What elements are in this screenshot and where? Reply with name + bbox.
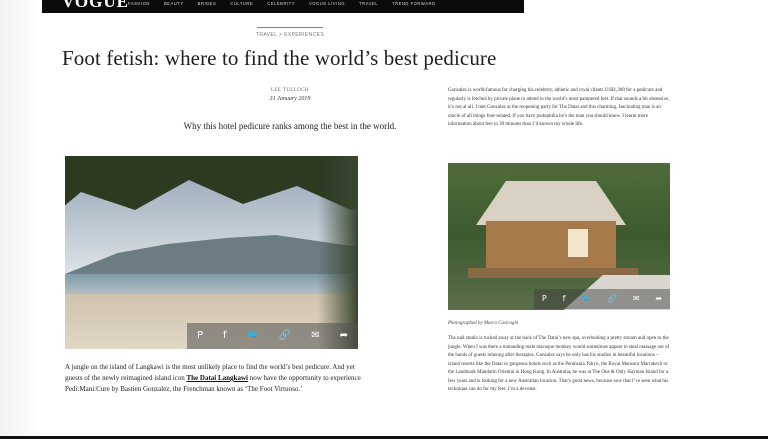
nav-item-travel[interactable]: Travel	[359, 1, 378, 6]
pinterest-icon[interactable]: P	[542, 295, 547, 303]
share-icon[interactable]: ➦	[655, 295, 662, 303]
facebook-icon[interactable]: f	[563, 295, 566, 303]
photo-credit: Photographed by Marco Casiraghi	[448, 321, 519, 326]
image-hut-window	[568, 229, 588, 257]
email-icon[interactable]: ✉	[311, 331, 319, 341]
share-icon[interactable]: ➦	[340, 331, 348, 341]
link-icon[interactable]: 🔗	[279, 331, 291, 341]
nav-item-brides[interactable]: Brides	[198, 1, 217, 6]
link-icon[interactable]: 🔗	[607, 295, 617, 303]
image-tree-trunk	[318, 156, 358, 349]
image-hut-body	[486, 221, 616, 271]
twitter-icon[interactable]: 🐦	[581, 295, 591, 303]
article-standfirst: Why this hotel pedicure ranks among the …	[183, 121, 397, 131]
pinterest-icon[interactable]: P	[197, 331, 203, 341]
nav-item-culture[interactable]: Culture	[230, 1, 253, 6]
article-date: 31 January 2019	[269, 96, 311, 102]
hero-beach-image	[65, 156, 358, 349]
nav-item-trend-forward[interactable]: Trend Forward	[392, 1, 436, 6]
image-sea	[65, 274, 358, 296]
nav-item-fashion[interactable]: Fashion	[128, 1, 150, 6]
email-icon[interactable]: ✉	[633, 295, 640, 303]
site-header: VOGUE Fashion Beauty Brides Culture Cele…	[42, 0, 524, 13]
nav-item-beauty[interactable]: Beauty	[164, 1, 184, 6]
twitter-icon[interactable]: 🐦	[246, 331, 258, 341]
article-title: Foot fetish: where to find the world’s b…	[62, 46, 497, 70]
hero-share-bar: P f 🐦 🔗 ✉ ➦	[187, 323, 358, 349]
nav-item-vogue-living[interactable]: Vogue Living	[309, 1, 345, 6]
body-paragraph-right-bottom: The nail studio is tucked away at the ba…	[448, 336, 670, 392]
breadcrumb[interactable]: Travel > Experiences	[210, 32, 370, 38]
main-nav: Fashion Beauty Brides Culture Celebrity …	[128, 1, 436, 6]
facebook-icon[interactable]: f	[223, 331, 227, 341]
site-logo[interactable]: VOGUE	[62, 0, 129, 12]
spa-hut-image	[448, 163, 670, 310]
body-paragraph-intro: A jungle on the island of Langkawi is th…	[65, 362, 365, 395]
breadcrumb-divider	[257, 27, 323, 28]
body-paragraph-right-top: Gonzalez is world-famous for charging hi…	[448, 88, 670, 127]
nav-item-celebrity[interactable]: Celebrity	[267, 1, 295, 6]
spa-image-share-bar: P f 🐦 🔗 ✉ ➦	[534, 289, 670, 309]
page-gutter	[0, 0, 42, 439]
image-hut-roof	[476, 181, 626, 225]
article-author[interactable]: Lee Tulloch	[220, 88, 360, 93]
datai-langkawi-link[interactable]: The Datai Langkawi	[187, 374, 248, 382]
